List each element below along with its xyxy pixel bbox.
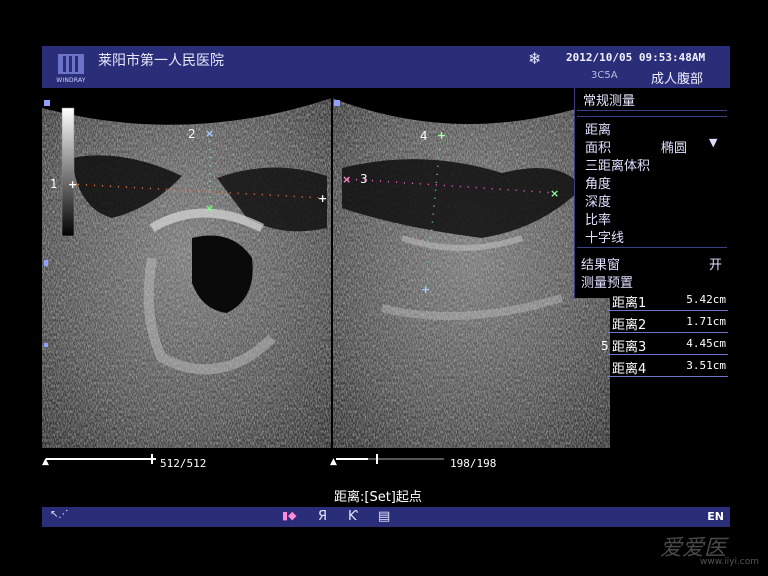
result-window-label[interactable]: 结果窗: [581, 254, 620, 273]
left-right-flip-icon[interactable]: Я: [318, 509, 327, 524]
cine-scrollbar-right[interactable]: [336, 454, 444, 464]
measurement-menu: 常规测量 距离 面积 椭圆 ▼ 三距离体积 角度 深度 比率 十字线 结果窗 开…: [574, 88, 731, 298]
divider: [577, 247, 727, 248]
menu-item-area[interactable]: 面积: [585, 137, 611, 156]
trackball-icon[interactable]: ▮◆: [282, 509, 297, 522]
pointer-icon[interactable]: ↖⋰: [50, 509, 68, 520]
ultrasound-image[interactable]: [42, 88, 610, 448]
datetime: 2012/10/05 09:53:48AM: [566, 51, 706, 64]
probe-label: 3C5A: [591, 70, 618, 81]
dropdown-arrow-icon[interactable]: ▼: [709, 136, 717, 149]
result-row: 距离4 3.51cm: [608, 356, 728, 377]
cine-progress-right: [336, 458, 369, 460]
cine-progress-left: [46, 458, 156, 460]
result-row: 距离3 4.45cm: [608, 334, 728, 355]
result-window-toggle[interactable]: 开: [709, 254, 722, 273]
report-icon[interactable]: ▤: [378, 509, 390, 524]
exam-preset[interactable]: 成人腹部: [651, 68, 703, 87]
frame-count-left: 512/512: [160, 457, 207, 470]
menu-title: 常规测量: [583, 94, 636, 109]
menu-item-crosshair[interactable]: 十字线: [585, 227, 624, 246]
result-row: 距离1 5.42cm: [608, 290, 728, 311]
measurement-preset[interactable]: 测量预置: [581, 272, 633, 291]
up-down-flip-icon[interactable]: Ƙ: [348, 509, 358, 524]
cine-handle-right[interactable]: [376, 454, 378, 464]
cine-scrollbar-left[interactable]: [46, 454, 156, 464]
cine-handle-left[interactable]: [151, 454, 153, 464]
area-method-select[interactable]: 椭圆: [661, 137, 687, 156]
menu-item-ratio[interactable]: 比率: [585, 209, 611, 228]
menu-item-distance[interactable]: 距离: [585, 119, 611, 138]
menu-item-three-distance-volume[interactable]: 三距离体积: [585, 155, 650, 174]
hospital-name: 莱阳市第一人民医院: [98, 53, 224, 69]
freeze-icon[interactable]: ❄: [528, 49, 541, 68]
header-bar: WINDRAY 莱阳市第一人民医院 ❄ 2012/10/05 09:53:48A…: [42, 46, 730, 88]
windray-logo: WINDRAY: [54, 52, 88, 84]
menu-item-angle[interactable]: 角度: [585, 173, 611, 192]
input-language[interactable]: EN: [707, 510, 724, 523]
result-row: 距离2 1.71cm: [608, 312, 728, 333]
status-bar: ↖⋰ ▮◆ Я Ƙ ▤ EN: [42, 507, 730, 527]
measurement-prompt: 距离:[Set]起点: [334, 490, 422, 505]
divider: [577, 116, 727, 117]
menu-item-depth[interactable]: 深度: [585, 191, 611, 210]
divider: [577, 110, 727, 111]
watermark-url: www.iiyi.com: [700, 557, 760, 567]
frame-count-right: 198/198: [450, 457, 497, 470]
